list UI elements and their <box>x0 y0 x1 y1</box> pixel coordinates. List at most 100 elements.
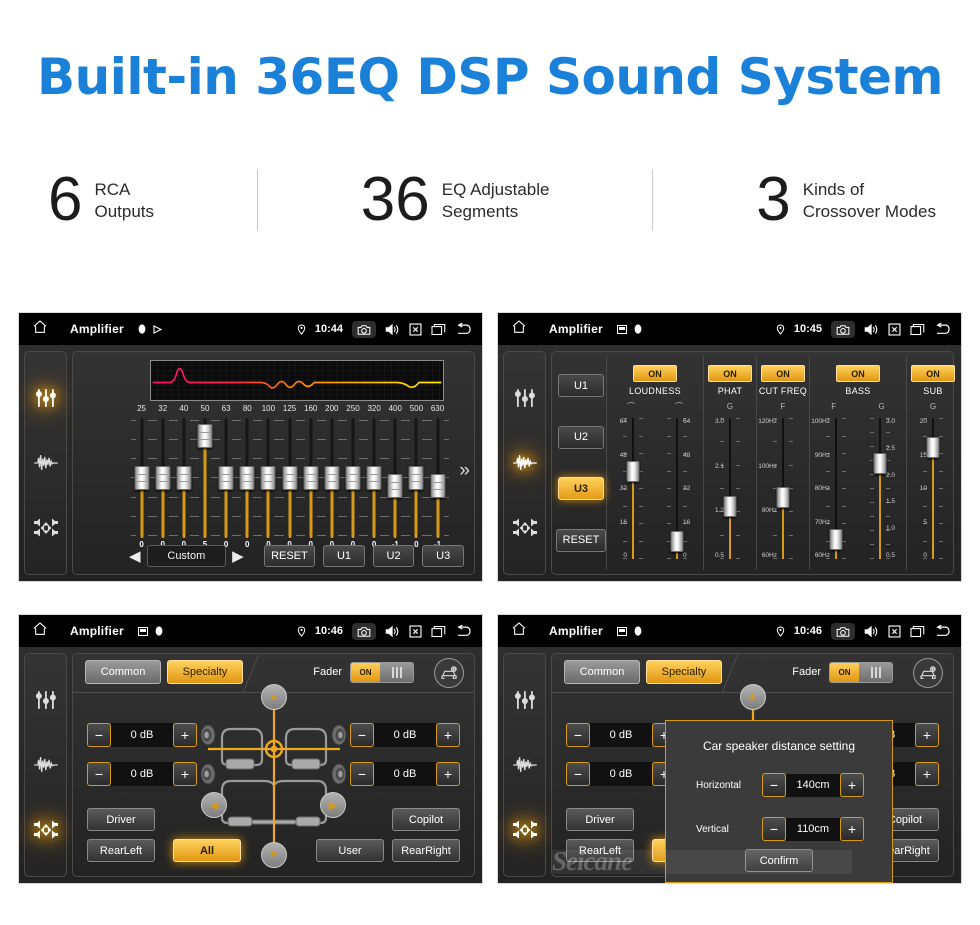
tab-specialty[interactable]: Specialty <box>167 660 243 684</box>
slider-knob[interactable] <box>134 466 150 490</box>
back-icon[interactable] <box>455 322 474 336</box>
crossover-slider[interactable]: 100Hz 90Hz 80Hz 70Hz 60Hz <box>811 414 858 563</box>
preset-name[interactable]: Custom <box>146 545 227 567</box>
eq-slider[interactable] <box>193 418 216 538</box>
back-icon[interactable] <box>934 624 953 638</box>
eq-slider[interactable] <box>320 418 343 538</box>
horizontal-minus-button[interactable]: − <box>762 773 786 797</box>
front-left-minus-button[interactable]: − <box>566 723 590 747</box>
home-icon[interactable] <box>511 319 527 340</box>
recent-apps-icon[interactable] <box>910 323 925 336</box>
slider-knob[interactable] <box>155 466 171 490</box>
preset-prev-button[interactable]: ◀ <box>123 547 147 565</box>
slider-knob[interactable] <box>626 460 640 482</box>
preset-driver-button[interactable]: Driver <box>87 808 155 831</box>
phat-toggle[interactable]: ON <box>708 365 752 382</box>
horizontal-plus-button[interactable]: + <box>840 773 864 797</box>
sidebar-item-equalizer[interactable] <box>512 385 538 411</box>
bass-toggle[interactable]: ON <box>836 365 880 382</box>
fader-right-button[interactable]: ▶ <box>320 792 346 818</box>
sidebar-item-equalizer[interactable] <box>33 385 59 411</box>
sidebar-item-waveform[interactable] <box>33 450 59 476</box>
camera-icon[interactable] <box>352 622 376 640</box>
crossover-slider[interactable]: 3.0 2.5 2.0 1.5 1.0 0.5 <box>858 414 902 563</box>
home-icon[interactable] <box>511 621 527 642</box>
cut-freq-toggle[interactable]: ON <box>761 365 805 382</box>
eq-slider[interactable] <box>426 418 449 538</box>
slider-knob[interactable] <box>723 496 737 518</box>
fader-up-button[interactable]: ▲ <box>260 684 287 710</box>
eq-slider[interactable] <box>363 418 386 538</box>
tab-common[interactable]: Common <box>85 660 161 684</box>
fader-up-button[interactable]: ▲ <box>739 684 766 710</box>
front-right-plus-button[interactable]: + <box>436 723 460 747</box>
preset-u1-button[interactable]: U1 <box>558 374 604 398</box>
slider-knob[interactable] <box>829 529 843 551</box>
preset-user-button[interactable]: User <box>316 839 384 862</box>
preset-driver-button[interactable]: Driver <box>566 808 634 831</box>
rear-right-plus-button[interactable]: + <box>915 762 939 786</box>
sidebar-item-balance[interactable] <box>33 515 59 541</box>
preset-u3-button[interactable]: U3 <box>558 477 604 501</box>
loudness-toggle[interactable]: ON <box>633 365 677 382</box>
front-left-minus-button[interactable]: − <box>87 723 111 747</box>
next-page-icon[interactable]: » <box>459 460 470 482</box>
car-settings-button[interactable] <box>913 658 943 688</box>
rear-right-plus-button[interactable]: + <box>436 762 460 786</box>
home-icon[interactable] <box>32 319 48 340</box>
slider-knob[interactable] <box>430 474 446 499</box>
home-icon[interactable] <box>32 621 48 642</box>
recent-apps-icon[interactable] <box>431 323 446 336</box>
eq-slider[interactable] <box>215 418 238 538</box>
vertical-plus-button[interactable]: + <box>840 817 864 841</box>
camera-icon[interactable] <box>352 320 376 338</box>
crossover-slider[interactable]: 3.0 2.1 1.3 0.5 <box>708 414 752 563</box>
sub-toggle[interactable]: ON <box>911 365 955 382</box>
crossover-slider[interactable]: 20 15 10 5 0 <box>911 414 955 563</box>
slider-knob[interactable] <box>387 474 403 499</box>
front-right-minus-button[interactable]: − <box>350 723 374 747</box>
volume-icon[interactable] <box>864 323 879 336</box>
slider-knob[interactable] <box>776 487 790 509</box>
rear-left-minus-button[interactable]: − <box>87 762 111 786</box>
preset-copilot-button[interactable]: Copilot <box>392 808 460 831</box>
slider-knob[interactable] <box>408 466 424 490</box>
slider-knob[interactable] <box>218 466 234 490</box>
back-icon[interactable] <box>934 322 953 336</box>
car-settings-button[interactable] <box>434 658 464 688</box>
slider-knob[interactable] <box>926 436 940 458</box>
eq-slider[interactable] <box>151 418 174 538</box>
slider-knob[interactable] <box>303 466 319 490</box>
tab-specialty[interactable]: Specialty <box>646 660 722 684</box>
recent-apps-icon[interactable] <box>910 625 925 638</box>
close-icon[interactable] <box>409 624 422 638</box>
close-icon[interactable] <box>888 624 901 638</box>
slider-knob[interactable] <box>282 466 298 490</box>
close-icon[interactable] <box>888 322 901 336</box>
camera-icon[interactable] <box>831 622 855 640</box>
eq-slider[interactable] <box>278 418 301 538</box>
reset-button[interactable]: RESET <box>263 545 316 567</box>
slider-knob[interactable] <box>670 530 684 552</box>
volume-icon[interactable] <box>864 625 879 638</box>
back-icon[interactable] <box>455 624 474 638</box>
preset-u3-button[interactable]: U3 <box>422 545 464 567</box>
slider-knob[interactable] <box>324 466 340 490</box>
close-icon[interactable] <box>409 322 422 336</box>
preset-rearright-button[interactable]: RearRight <box>392 839 460 862</box>
slider-knob[interactable] <box>239 466 255 490</box>
horizontal-stepper[interactable]: − 140cm + <box>762 773 864 797</box>
eq-slider[interactable] <box>172 418 195 538</box>
rear-right-minus-button[interactable]: − <box>350 762 374 786</box>
vertical-stepper[interactable]: − 110cm + <box>762 817 864 841</box>
sidebar-item-equalizer[interactable] <box>512 687 538 713</box>
slider-knob[interactable] <box>366 466 382 490</box>
volume-icon[interactable] <box>385 625 400 638</box>
camera-icon[interactable] <box>831 320 855 338</box>
eq-slider[interactable] <box>236 418 259 538</box>
volume-icon[interactable] <box>385 323 400 336</box>
rear-left-plus-button[interactable]: + <box>173 762 197 786</box>
fader-down-button[interactable]: ▼ <box>260 842 287 868</box>
fader-left-button[interactable]: ◀ <box>201 792 227 818</box>
vertical-minus-button[interactable]: − <box>762 817 786 841</box>
